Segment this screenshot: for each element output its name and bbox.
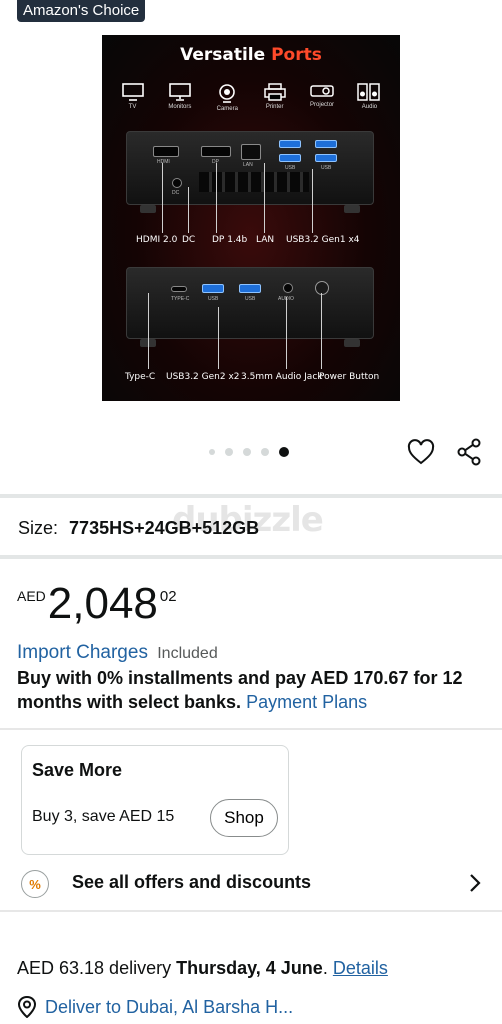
hdmi-label: HDMI 2.0 <box>136 235 178 245</box>
printer-icon <box>263 83 286 101</box>
carousel-dot[interactable] <box>209 449 215 455</box>
section-divider <box>0 910 502 912</box>
price: AED 2,048 02 <box>17 582 177 626</box>
section-divider <box>0 494 502 498</box>
camera-icon <box>219 84 236 103</box>
typec-port <box>171 286 187 292</box>
monitor-icon <box>169 83 191 101</box>
heart-icon <box>407 439 435 465</box>
dp-port <box>201 146 231 157</box>
device-icons-row: TV Monitors Camera Printer Projector Aud… <box>110 83 392 112</box>
carousel-indicator[interactable] <box>209 447 289 457</box>
device-printer: Printer <box>252 83 297 112</box>
leader-line <box>264 163 265 233</box>
device-tv: TV <box>110 83 155 112</box>
usb-port <box>315 154 337 162</box>
deliver-to-label[interactable]: Deliver to Dubai, Al Barsha H... <box>45 997 293 1018</box>
installments-info: Buy with 0% installments and pay AED 170… <box>17 666 487 714</box>
chevron-right-icon <box>470 874 481 892</box>
leader-line <box>218 307 219 369</box>
dc-port <box>172 178 182 188</box>
location-pin-icon <box>17 996 37 1018</box>
mini-pc-front-panel: TYPE-C USB USB AUDIO <box>126 267 374 339</box>
power-button-label: Power Button <box>319 372 380 382</box>
carousel-dot-active[interactable] <box>279 447 289 457</box>
typec-label: Type-C <box>125 372 156 382</box>
carousel-dot[interactable] <box>261 448 269 456</box>
dc-label: DC <box>182 235 196 245</box>
device-audio: Audio <box>347 83 392 112</box>
lan-label: LAN <box>256 235 275 245</box>
details-link[interactable]: Details <box>333 958 388 978</box>
lan-port <box>241 144 261 160</box>
save-more-title: Save More <box>32 760 123 780</box>
usb-port <box>315 140 337 148</box>
carousel-dot[interactable] <box>243 448 251 456</box>
device-monitors: Monitors <box>157 83 202 112</box>
product-image[interactable]: Versatile Ports TV Monitors Camera Print… <box>102 35 400 401</box>
usb-port <box>202 284 224 293</box>
usb-port <box>239 284 261 293</box>
audio-jack-label: 3.5mm Audio Jack <box>241 372 323 382</box>
usb-gen2-label: USB3.2 Gen2 x2 <box>166 372 240 382</box>
percent-icon: % <box>21 870 49 898</box>
leader-line <box>321 293 322 369</box>
leader-line <box>216 163 217 233</box>
amazons-choice-badge: Amazon's Choice <box>17 0 146 22</box>
usb-port <box>279 140 301 148</box>
leader-line <box>188 187 189 233</box>
audio-port <box>283 283 293 293</box>
leader-line <box>286 297 287 369</box>
price-currency: AED <box>17 588 46 604</box>
size-selector[interactable]: Size: 7735HS+24GB+512GB <box>18 518 259 539</box>
price-whole: 2,048 <box>47 579 158 628</box>
leader-line <box>148 293 149 369</box>
installments-text: Buy with 0% installments and pay AED 170… <box>17 668 463 712</box>
deliver-to-location[interactable]: Deliver to Dubai, Al Barsha H... <box>17 996 293 1018</box>
import-charges-link[interactable]: Import Charges <box>17 642 148 663</box>
offers-label: See all offers and discounts <box>72 872 312 892</box>
import-charges-row: Import Charges Included <box>17 642 218 664</box>
device-projector: Projector <box>300 83 345 112</box>
share-icon <box>457 438 481 466</box>
save-more-description: Buy 3, save AED 15 <box>32 808 175 825</box>
hdmi-port <box>153 146 179 157</box>
usb-gen1-label: USB3.2 Gen1 x4 <box>286 235 360 245</box>
image-title: Versatile Ports <box>180 45 322 65</box>
shop-button[interactable]: Shop <box>210 799 278 837</box>
dp-label: DP 1.4b <box>212 235 248 245</box>
wishlist-button[interactable] <box>406 437 436 467</box>
speaker-icon <box>357 83 381 101</box>
delivery-date: Thursday, 4 June <box>176 958 323 978</box>
rubber-foot <box>344 205 360 213</box>
carousel-dot[interactable] <box>225 448 233 456</box>
share-button[interactable] <box>455 437 485 467</box>
payment-plans-link[interactable]: Payment Plans <box>246 692 367 712</box>
save-more-card: Save More Buy 3, save AED 15 Shop <box>21 745 289 855</box>
rubber-foot <box>140 205 156 213</box>
delivery-prefix: AED 63.18 delivery <box>17 958 172 978</box>
power-icon <box>315 281 329 295</box>
leader-line <box>312 169 313 233</box>
price-fraction: 02 <box>159 588 177 605</box>
usb-port <box>279 154 301 162</box>
rubber-foot <box>344 339 360 347</box>
section-divider <box>0 728 502 730</box>
delivery-info: AED 63.18 delivery Thursday, 4 June. Det… <box>17 958 388 978</box>
section-divider <box>0 555 502 559</box>
size-label: Size: <box>18 518 59 538</box>
mini-pc-back-panel: HDMI DP LAN USB USB DC <box>126 131 374 205</box>
projector-icon <box>310 85 334 97</box>
tv-icon <box>121 83 144 101</box>
device-camera: Camera <box>205 83 250 112</box>
import-charges-status: Included <box>157 645 218 662</box>
size-value: 7735HS+24GB+512GB <box>69 518 260 538</box>
badge-label: Amazon's Choice <box>23 2 140 19</box>
see-all-offers-row[interactable]: % See all offers and discounts <box>0 862 502 906</box>
leader-line <box>162 163 163 233</box>
